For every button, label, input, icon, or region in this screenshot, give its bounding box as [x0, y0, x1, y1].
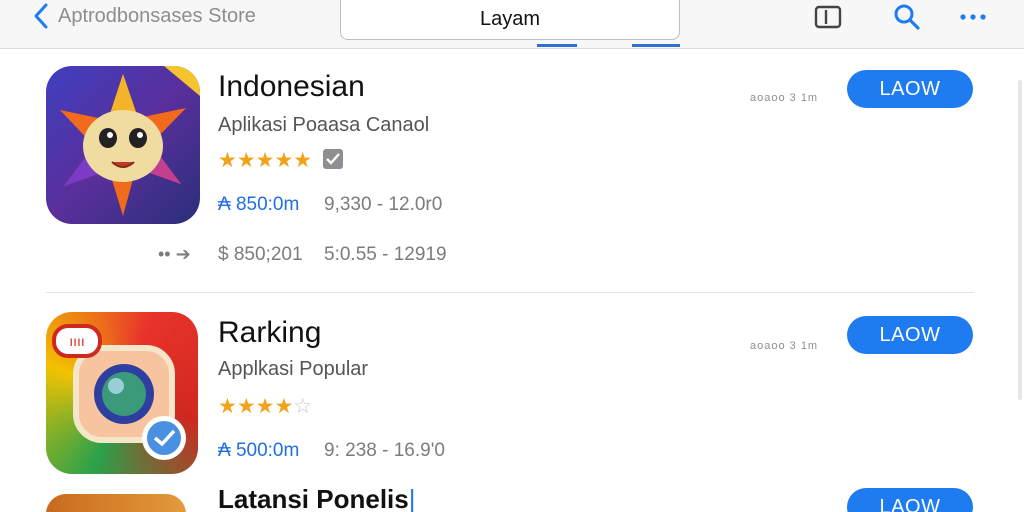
- app-version: 9: 238 - 16.9'0: [324, 440, 445, 461]
- back-label: Aptrodbonsases Store: [58, 4, 256, 27]
- star-mascot-icon: [60, 66, 200, 216]
- app-title-text: Latansi Ponelis: [218, 484, 409, 512]
- app-info-small: aoaoo 3 1m: [750, 340, 819, 352]
- tab-label: Layam: [479, 7, 541, 30]
- scrollbar[interactable]: [1018, 80, 1022, 400]
- get-button[interactable]: LAOW: [847, 70, 973, 108]
- check-badge-icon: [322, 149, 343, 169]
- arrow-right-icon: •• ➔: [158, 244, 191, 264]
- tab-underline-right: [632, 44, 680, 47]
- app-date: 5:0.55 - 12919: [324, 244, 447, 265]
- row-divider: [46, 292, 974, 293]
- list-item[interactable]: ıııı Rarking Applkasi Popular ★★★★☆ ₳ 50…: [46, 312, 974, 482]
- chevron-left-icon: [34, 3, 48, 29]
- rating-stars-filled: ★★★★: [218, 395, 294, 418]
- svg-text:ıııı: ıııı: [69, 333, 85, 349]
- tablet-icon: [814, 5, 842, 29]
- app-subtitle: Aplikasi Poaasa Canaol: [218, 114, 430, 136]
- list-item[interactable]: Latansi Ponelis| LAOW: [46, 482, 974, 512]
- app-icon-indonesian[interactable]: [46, 66, 200, 224]
- list-item[interactable]: Indonesian Aplikasi Poaasa Canaol ★★★★★ …: [46, 66, 974, 286]
- app-icon-partial[interactable]: [46, 494, 186, 512]
- tab-underline-left: [537, 44, 577, 47]
- back-button[interactable]: Aptrodbonsases Store: [34, 2, 256, 30]
- camera-icon: ıııı: [52, 324, 186, 460]
- rating-stars-filled: ★★★★★: [218, 149, 313, 172]
- search-tab[interactable]: Layam: [340, 0, 680, 40]
- tablet-button[interactable]: [813, 2, 843, 32]
- more-dots-icon: [960, 14, 986, 20]
- app-info-small: aoaoo 3 1m: [750, 92, 819, 104]
- rating-stars-empty: ☆: [293, 395, 313, 418]
- rating-stars: ★★★★★: [218, 148, 344, 173]
- search-button[interactable]: [892, 2, 922, 32]
- get-button[interactable]: LAOW: [847, 488, 973, 512]
- search-icon: [894, 4, 920, 30]
- app-version: 9,330 - 12.0r0: [324, 194, 443, 215]
- more-button[interactable]: [958, 2, 988, 32]
- app-title[interactable]: Indonesian: [218, 70, 365, 104]
- app-size: ₳ 850:0m: [218, 194, 300, 215]
- app-title[interactable]: Rarking: [218, 316, 321, 350]
- get-button[interactable]: LAOW: [847, 316, 973, 354]
- app-title[interactable]: Latansi Ponelis|: [218, 484, 416, 512]
- app-price: $ 850;201: [218, 244, 303, 265]
- text-cursor: |: [408, 484, 416, 512]
- app-size: ₳ 500:0m: [218, 440, 300, 461]
- app-icon-rarking[interactable]: ıııı: [46, 312, 198, 474]
- top-bar: Aptrodbonsases Store Layam: [0, 0, 1024, 49]
- app-subtitle: Applkasi Popular: [218, 358, 369, 380]
- rating-stars: ★★★★☆: [218, 394, 312, 419]
